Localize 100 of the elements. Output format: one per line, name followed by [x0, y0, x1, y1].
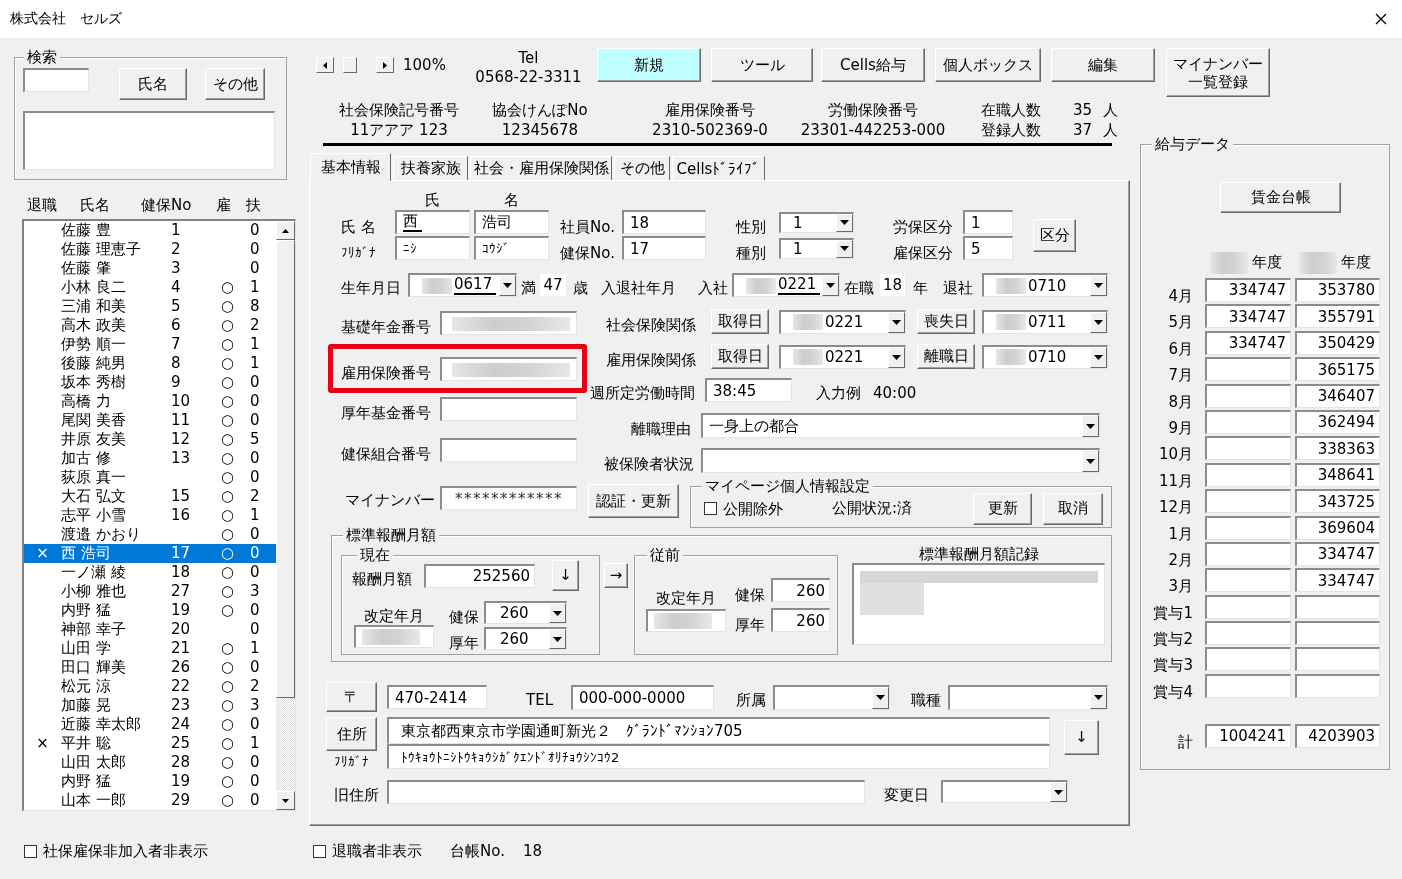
dropdown-button[interactable]: [872, 686, 889, 709]
checkbox-label[interactable]: 社保雇保非加入者非表示: [43, 842, 208, 860]
tab[interactable]: その他: [614, 156, 670, 180]
amount-field[interactable]: [1205, 515, 1291, 540]
scroll-right-button[interactable]: [376, 57, 394, 73]
amount-field[interactable]: [1295, 673, 1380, 698]
class-button[interactable]: 区分: [1033, 218, 1076, 252]
number-field[interactable]: [440, 357, 577, 381]
date-dropdown[interactable]: 0711: [982, 309, 1108, 334]
dropdown-button[interactable]: [549, 629, 566, 649]
amount-field[interactable]: 343725: [1295, 489, 1380, 514]
amount-field[interactable]: 355791: [1295, 304, 1380, 329]
date-dropdown[interactable]: 0617: [408, 273, 517, 297]
toolbar-button[interactable]: ツール: [711, 48, 813, 82]
amount-field[interactable]: [1205, 462, 1291, 487]
family-name-field[interactable]: 西: [395, 210, 470, 234]
list-row[interactable]: 佐藤 理恵子 2 0: [24, 240, 276, 259]
amount-field[interactable]: [1205, 489, 1291, 514]
list-row[interactable]: 志平 小雪 16 ○ 1: [24, 506, 276, 525]
amount-field[interactable]: [1205, 673, 1291, 698]
date-dropdown[interactable]: 0221: [779, 309, 906, 334]
copy-right-button[interactable]: →: [604, 563, 628, 588]
list-row[interactable]: 内野 猛 19 ○ 0: [24, 601, 276, 620]
list-row[interactable]: 松元 涼 22 ○ 2: [24, 677, 276, 696]
cancel-button[interactable]: 取消: [1043, 492, 1103, 525]
amount-field[interactable]: 334747: [1205, 278, 1291, 302]
list-row[interactable]: 伊勢 順一 7 ○ 1: [24, 335, 276, 354]
list-row[interactable]: 山田 太郎 28 ○ 0: [24, 753, 276, 772]
amount-field[interactable]: 353780: [1295, 278, 1380, 302]
list-row[interactable]: 井原 友美 12 ○ 5: [24, 430, 276, 449]
list-row[interactable]: × 西 浩司 17 ○ 0: [24, 544, 276, 563]
department-dropdown[interactable]: [773, 684, 890, 710]
checkbox[interactable]: [704, 502, 717, 515]
list-row[interactable]: 加藤 晃 23 ○ 3: [24, 696, 276, 715]
zoom-scrollbar[interactable]: [316, 57, 394, 73]
list-row[interactable]: 佐藤 肇 3 0: [24, 259, 276, 278]
dropdown-button[interactable]: [1082, 450, 1099, 472]
amount-field[interactable]: 346407: [1295, 383, 1380, 408]
scroll-up-button[interactable]: [276, 221, 295, 240]
my-number-field[interactable]: ************: [440, 486, 577, 510]
update-button[interactable]: 更新: [973, 492, 1032, 525]
list-row[interactable]: × 平井 聡 25 ○ 1: [24, 734, 276, 753]
checkbox-label[interactable]: 公開除外: [723, 499, 783, 518]
category-dropdown[interactable]: 1: [779, 237, 854, 259]
dropdown-button[interactable]: [1090, 275, 1107, 296]
tab[interactable]: Cellsﾄﾞﾗｲﾌﾞ: [672, 156, 765, 180]
revision-date-field[interactable]: [354, 625, 434, 648]
dropdown-button[interactable]: [822, 275, 839, 296]
reason-dropdown[interactable]: 一身上の都合: [701, 413, 1100, 438]
given-kana-field[interactable]: ｺｳｼﾞ: [474, 236, 549, 260]
employment-class-field[interactable]: 5: [963, 236, 1013, 260]
close-icon[interactable]: [1375, 13, 1387, 25]
list-row[interactable]: 山田 学 21 ○ 1: [24, 639, 276, 658]
amount-field[interactable]: 334747: [1205, 330, 1291, 355]
number-field[interactable]: [440, 311, 577, 335]
copy-down-button[interactable]: ↓: [1064, 720, 1099, 755]
tab[interactable]: 扶養家族: [393, 156, 468, 180]
amount-field[interactable]: 334747: [1295, 568, 1380, 593]
postal-code-field[interactable]: 470-2414: [387, 685, 487, 709]
amount-field[interactable]: [1205, 357, 1291, 382]
date-button[interactable]: 取得日: [711, 344, 769, 369]
list-row[interactable]: 小林 良二 4 ○ 1: [24, 278, 276, 297]
given-name-field[interactable]: 浩司: [474, 210, 549, 234]
scroll-thumb[interactable]: [343, 57, 357, 73]
amount-field[interactable]: [1205, 383, 1291, 408]
date-button[interactable]: 喪失日: [917, 309, 975, 334]
list-row[interactable]: 内野 猛 19 ○ 0: [24, 772, 276, 791]
results-list[interactable]: [23, 111, 275, 170]
amount-field[interactable]: [1205, 594, 1291, 619]
record-list[interactable]: [852, 563, 1105, 645]
tab[interactable]: 基本情報: [310, 153, 391, 181]
list-row[interactable]: 大石 弘文 15 ○ 2: [24, 487, 276, 506]
list-row[interactable]: 一ノ瀬 綾 18 ○ 0: [24, 563, 276, 582]
scroll-down-button[interactable]: [276, 791, 295, 810]
grade-dropdown[interactable]: 260: [484, 627, 567, 650]
address-field[interactable]: 東京都西東京市学園通町新光２ ｸﾞﾗﾝﾄﾞﾏﾝｼｮﾝ705: [387, 717, 1050, 744]
dropdown-button[interactable]: [1090, 686, 1107, 709]
grade-dropdown[interactable]: 260: [484, 601, 567, 624]
tab[interactable]: 社会・雇用保険関係: [470, 156, 612, 180]
grade-field[interactable]: 260: [771, 578, 830, 602]
address-button[interactable]: 住所: [326, 717, 377, 751]
dropdown-button[interactable]: [836, 239, 853, 258]
amount-field[interactable]: [1295, 621, 1380, 646]
checkbox[interactable]: [24, 844, 37, 858]
list-row[interactable]: 坂本 秀樹 9 ○ 0: [24, 373, 276, 392]
list-row[interactable]: 神部 幸子 20 0: [24, 620, 276, 639]
list-row[interactable]: 荻原 真一 ○ 0: [24, 468, 276, 487]
monthly-pay-field[interactable]: 252560: [424, 563, 535, 588]
amount-field[interactable]: 348641: [1295, 462, 1380, 487]
grade-field[interactable]: 260: [771, 608, 830, 632]
health-no-field[interactable]: 17: [622, 236, 706, 260]
scroll-thumb[interactable]: [276, 240, 295, 698]
dropdown-button[interactable]: [836, 213, 853, 232]
amount-field[interactable]: [1295, 594, 1380, 619]
amount-field[interactable]: [1205, 436, 1291, 461]
date-dropdown[interactable]: 0710: [982, 344, 1108, 369]
checkbox-label[interactable]: 退職者非表示: [332, 842, 422, 860]
dropdown-button[interactable]: [1090, 346, 1107, 368]
list-row[interactable]: 高橋 力 10 ○ 0: [24, 392, 276, 411]
list-row[interactable]: 田口 輝美 26 ○ 0: [24, 658, 276, 677]
